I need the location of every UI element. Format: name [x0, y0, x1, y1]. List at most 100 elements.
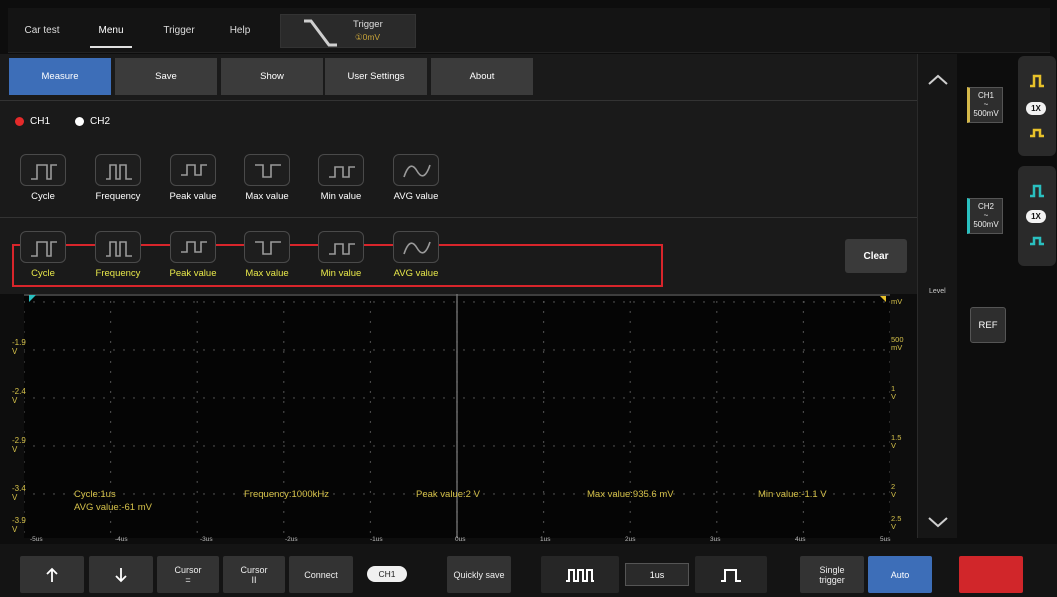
ch1-level-label: -1.9 V — [12, 338, 26, 356]
cursor-vertical-button[interactable]: Cursor II — [223, 556, 285, 593]
active-tab-indicator — [90, 46, 132, 48]
trigger-level-slider[interactable]: Level — [917, 54, 957, 538]
menu-about-button[interactable]: About — [431, 58, 533, 95]
scope-grid — [24, 294, 890, 538]
measure-option-min-value[interactable]: Min value — [314, 154, 368, 209]
arrow-down-icon — [115, 567, 127, 582]
tab-car-test[interactable]: Car test — [12, 8, 72, 53]
selected-measure-frequency[interactable]: Frequency — [91, 231, 145, 286]
measure-label: Frequency — [95, 191, 141, 202]
measure-label: Max value — [245, 268, 289, 279]
tab-help[interactable]: Help — [216, 8, 264, 53]
measure-label: Cycle — [31, 268, 55, 279]
quick-save-button[interactable]: Quickly save — [447, 556, 511, 593]
wide-pulse-icon — [721, 568, 741, 582]
button-label: About — [469, 71, 495, 82]
dense-pulse-icon — [566, 568, 594, 582]
bottom-toolbar: Cursor = Cursor II Connect CH1 Quickly s… — [0, 544, 1057, 597]
measure-label: AVG value — [393, 191, 439, 202]
pulse-icon — [1030, 128, 1044, 138]
oscilloscope-display[interactable] — [24, 294, 890, 538]
connect-button[interactable]: Connect — [289, 556, 353, 593]
button-label: Save — [155, 71, 177, 82]
timebase-value: 1us — [625, 563, 689, 586]
single-trigger-button[interactable]: Single trigger — [800, 556, 864, 593]
ch1-level-label: -2.4 V — [12, 387, 26, 405]
ref-button[interactable]: REF — [970, 307, 1006, 343]
selected-measure-max-value[interactable]: Max value — [240, 231, 294, 286]
measure-label: Min value — [320, 191, 362, 202]
cursor-horizontal-button[interactable]: Cursor = — [157, 556, 219, 593]
measure-max-readout: Max value:935.6 mV — [587, 489, 674, 500]
selected-measure-min-value[interactable]: Min value — [314, 231, 368, 286]
channel-label: CH1 — [30, 116, 51, 127]
channel-select-pill[interactable]: CH1 — [367, 566, 407, 582]
radio-selected-icon — [15, 117, 24, 126]
probe-ratio-toggle[interactable]: 1X — [1026, 210, 1046, 223]
ch1-scale-button[interactable]: CH1 ~ 500mV — [967, 87, 1003, 123]
trigger-title: Trigger — [353, 19, 383, 30]
menu-show-button[interactable]: Show — [221, 58, 323, 95]
timebase-increase-button[interactable] — [695, 556, 767, 593]
menu-measure-button[interactable]: Measure — [9, 58, 111, 95]
measure-option-peak-value[interactable]: Peak value — [166, 154, 220, 209]
coupling-symbol: ~ — [983, 100, 989, 109]
waveform-icon — [393, 154, 439, 186]
timebase-decrease-button[interactable] — [541, 556, 619, 593]
channel-panel: CH1 ~ 500mV 1X CH2 ~ 500mV 1X REF — [958, 54, 1057, 538]
chevron-down-icon[interactable] — [927, 516, 949, 528]
chevron-up-icon[interactable] — [927, 74, 949, 86]
tab-menu[interactable]: Menu — [80, 8, 142, 53]
ch2-level-label: 500 mV — [891, 335, 904, 352]
ch2-scale-button[interactable]: CH2 ~ 500mV — [967, 198, 1003, 234]
tab-trigger[interactable]: Trigger — [148, 8, 210, 53]
move-up-button[interactable] — [20, 556, 84, 593]
measure-cycle-readout: Cycle:1us — [74, 489, 116, 500]
waveform-icon — [244, 154, 290, 186]
measure-frequency-readout: Frequency:1000kHz — [244, 489, 330, 500]
volt-per-div: 500mV — [973, 109, 999, 118]
time-axis-tick: 2us — [625, 536, 636, 543]
measure-label: AVG value — [393, 268, 439, 279]
menu-user-settings-button[interactable]: User Settings — [325, 58, 427, 95]
ch1-card[interactable]: 1X — [1018, 56, 1056, 156]
selected-measure-peak-value[interactable]: Peak value — [166, 231, 220, 286]
ch2-level-label: 1.5 V — [891, 433, 902, 450]
measure-option-frequency[interactable]: Frequency — [91, 154, 145, 209]
trigger-slope-icon — [304, 19, 337, 47]
divider — [0, 100, 917, 101]
measure-min-readout: Min value:-1.1 V — [758, 489, 827, 500]
time-axis-tick: -4us — [115, 536, 128, 543]
ch2-card[interactable]: 1X — [1018, 166, 1056, 266]
selected-measure-avg-value[interactable]: AVG value — [389, 231, 443, 286]
move-down-button[interactable] — [89, 556, 153, 593]
measure-option-cycle[interactable]: Cycle — [16, 154, 70, 209]
tab-label: Menu — [98, 25, 124, 36]
waveform-icon — [95, 154, 141, 186]
pulse-icon — [1030, 236, 1044, 246]
ch2-level-label: mV — [891, 297, 903, 306]
button-label: Clear — [863, 250, 889, 262]
measure-option-avg-value[interactable]: AVG value — [389, 154, 443, 209]
auto-trigger-button[interactable]: Auto — [868, 556, 932, 593]
waveform-icon — [393, 231, 439, 263]
channel-select-ch2[interactable]: CH2 — [75, 116, 110, 127]
time-axis-tick: -5us — [30, 536, 43, 543]
menu-save-button[interactable]: Save — [115, 58, 217, 95]
measure-label: Min value — [320, 268, 362, 279]
time-axis-tick: 0us — [455, 536, 466, 543]
clear-button[interactable]: Clear — [845, 239, 907, 273]
time-axis-tick: 1us — [540, 536, 551, 543]
run-stop-button[interactable] — [959, 556, 1023, 593]
divider — [0, 217, 917, 218]
trigger-indicator[interactable]: Trigger ①0mV — [280, 14, 416, 48]
measure-option-max-value[interactable]: Max value — [240, 154, 294, 209]
time-axis-tick: 4us — [795, 536, 806, 543]
selected-measure-cycle[interactable]: Cycle — [16, 231, 70, 286]
probe-ratio-toggle[interactable]: 1X — [1026, 102, 1046, 115]
measure-peak-readout: Peak value:2 V — [416, 489, 480, 500]
waveform-icon — [20, 231, 66, 263]
channel-select-ch1[interactable]: CH1 — [15, 116, 50, 127]
button-label: User Settings — [347, 71, 405, 82]
measure-label: Cycle — [31, 191, 55, 202]
